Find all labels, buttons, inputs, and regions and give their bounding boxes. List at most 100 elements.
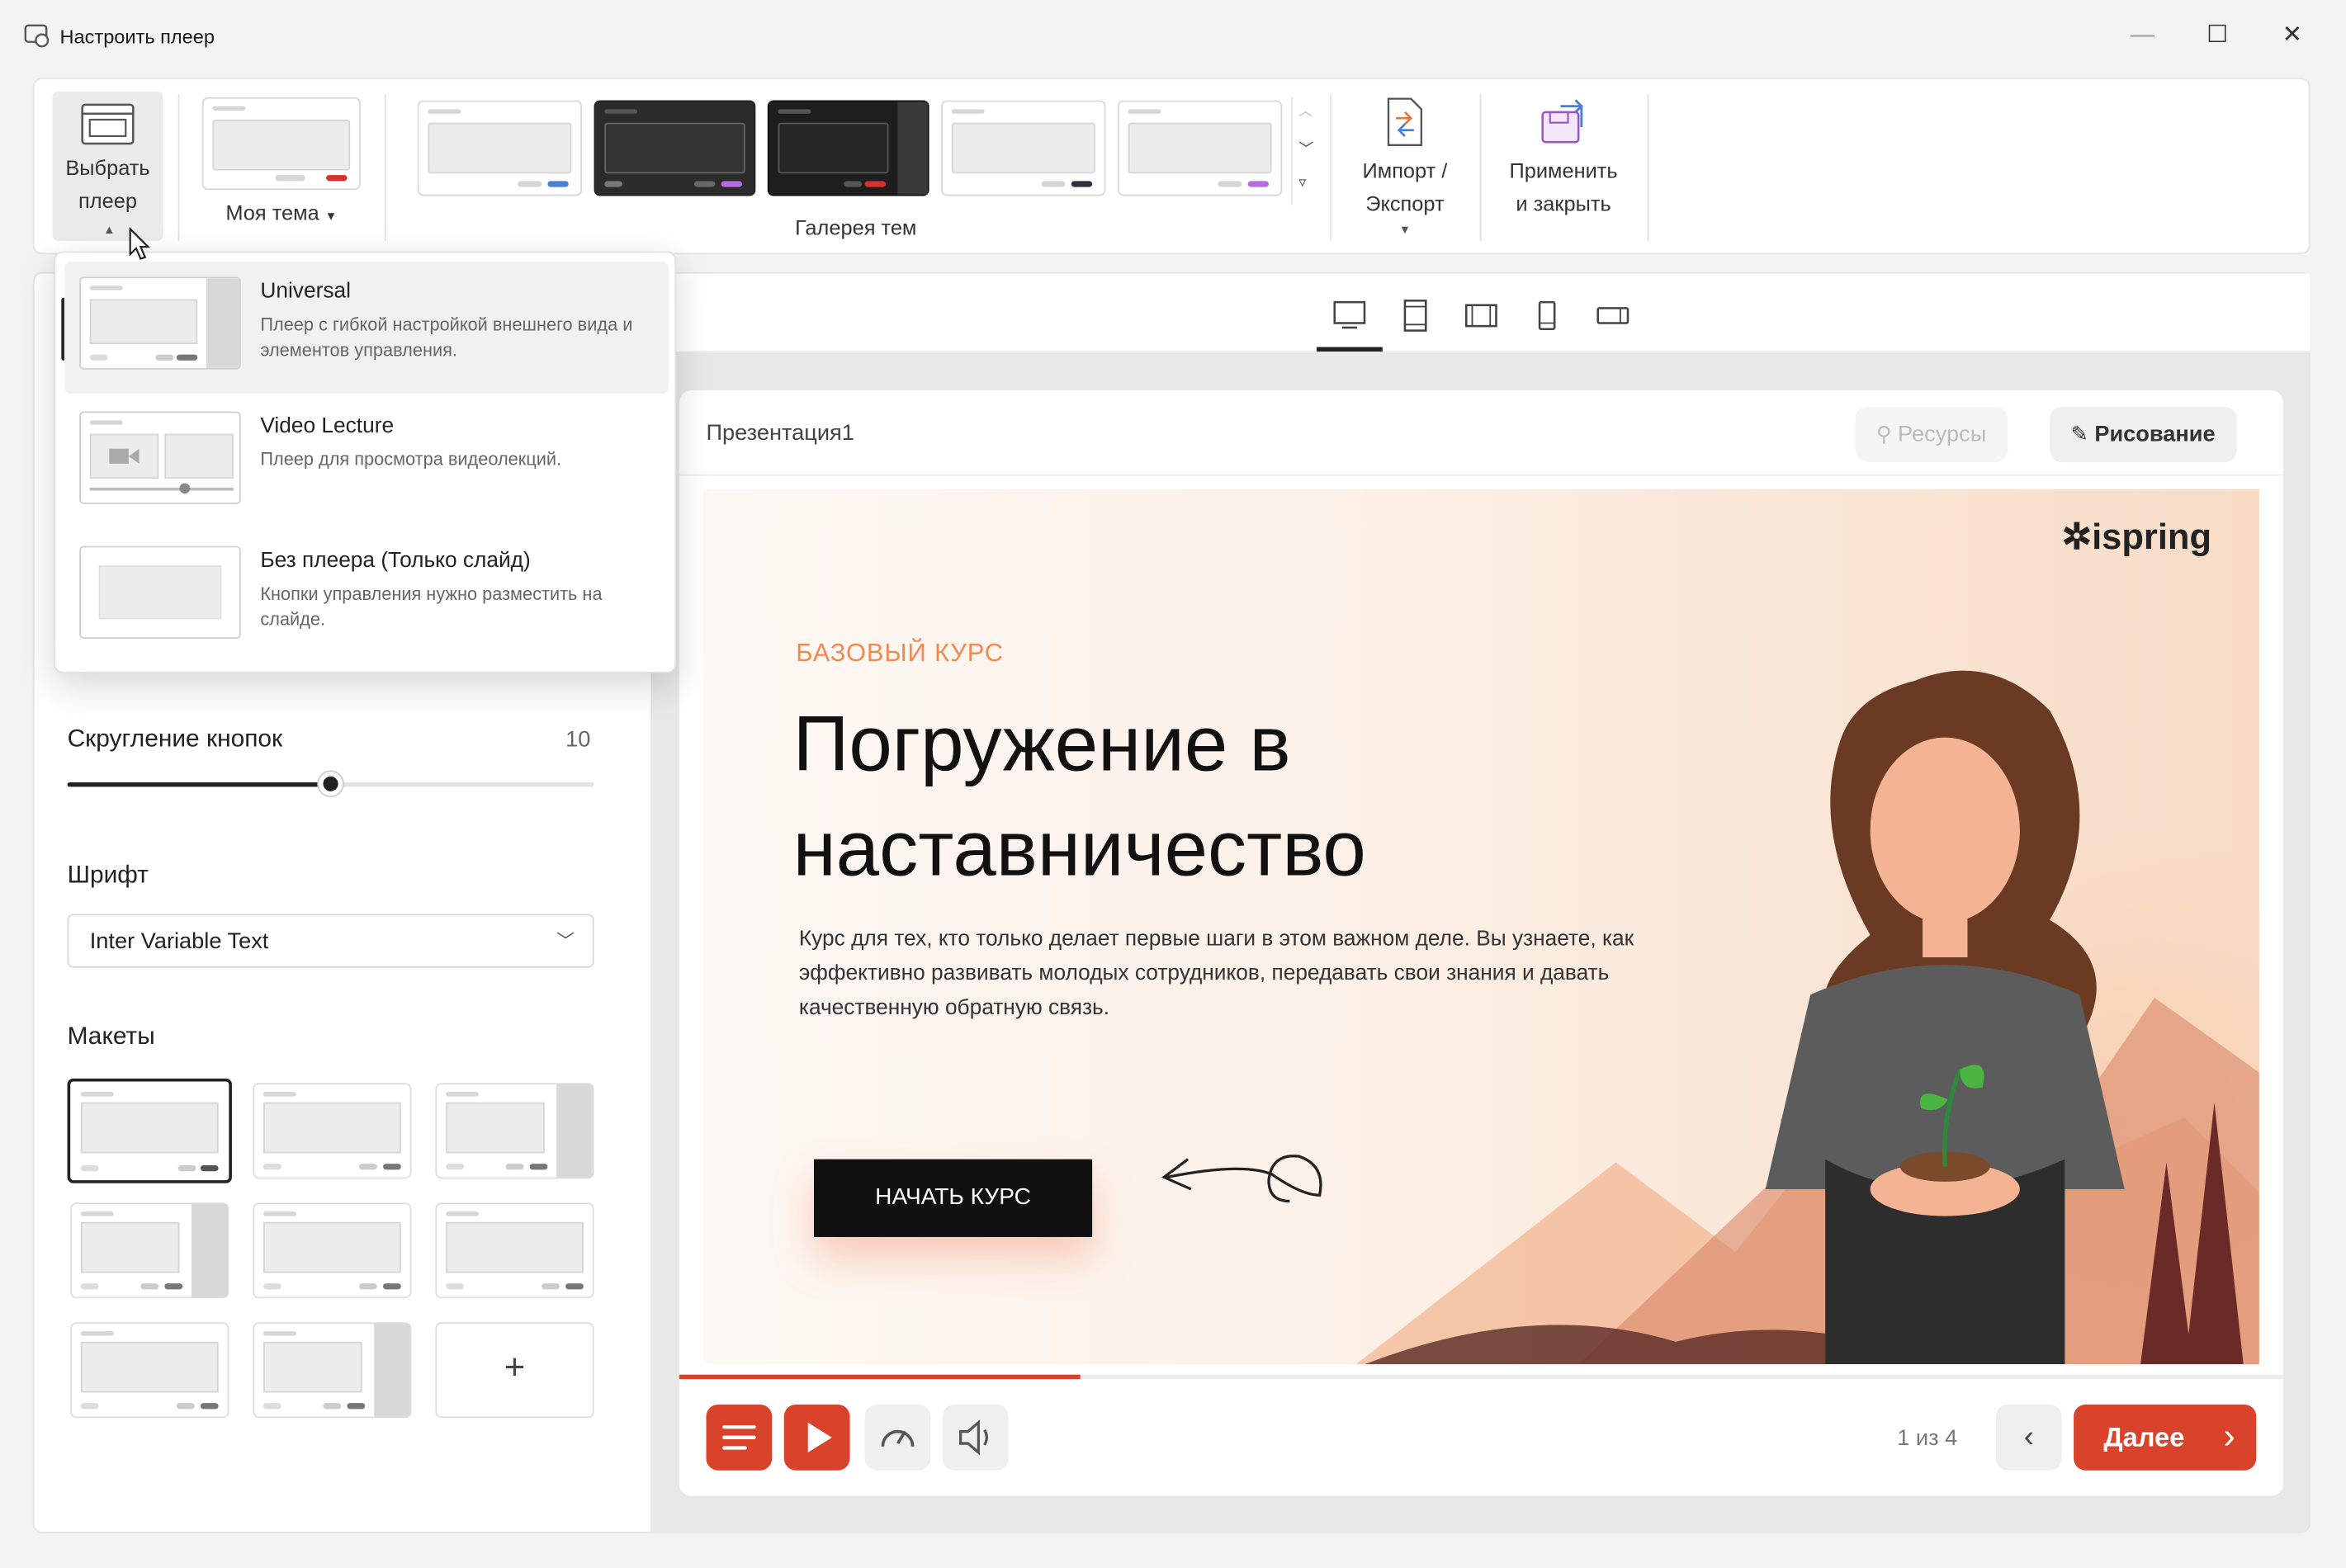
player-option-video-lecture[interactable]: Video Lecture Плеер для просмотра видеол…	[64, 396, 669, 528]
import-export-label-1: Импорт /	[1362, 158, 1448, 183]
layout-6[interactable]	[435, 1202, 594, 1299]
play-button[interactable]	[783, 1404, 850, 1471]
gallery-down-icon[interactable]: ﹀	[1298, 136, 1313, 158]
play-icon	[807, 1422, 832, 1452]
import-export-button[interactable]: Импорт / Экспорт ▼	[1345, 92, 1464, 241]
choose-player-label-2: плеер	[78, 188, 137, 213]
start-course-button[interactable]: НАЧАТЬ КУРС	[814, 1159, 1093, 1237]
window-title: Настроить плеер	[59, 25, 215, 48]
mouse-cursor-icon	[129, 227, 151, 260]
gallery-label: Галерея тем	[795, 215, 917, 239]
gallery-scroll: ︿ ﹀ ▿	[1291, 97, 1318, 205]
choose-player-button[interactable]: Выбрать плеер ▲	[52, 91, 163, 241]
video-lecture-title: Video Lecture	[260, 414, 395, 439]
caret-up-icon: ▲	[103, 223, 116, 237]
apply-close-button[interactable]: Применить и закрыть	[1495, 92, 1633, 241]
prev-button[interactable]: ‹	[1995, 1404, 2062, 1471]
preview-area: Презентация1 ⚲ Ресурсы ✎ Рисование ✲ispr…	[652, 272, 2311, 1533]
resources-label: Ресурсы	[1898, 422, 1987, 447]
import-export-label-2: Экспорт	[1365, 191, 1445, 215]
apply-close-label-2: и закрыть	[1516, 191, 1611, 215]
rounding-slider[interactable]	[67, 772, 594, 796]
layout-8[interactable]	[253, 1322, 412, 1419]
universal-thumbnail	[79, 276, 241, 370]
theme-dark-red[interactable]	[767, 100, 929, 196]
woman-illustration	[1765, 670, 2125, 1364]
no-player-desc: Кнопки управления нужно разместить на сл…	[260, 583, 603, 631]
my-theme-label: Моя тема	[225, 200, 319, 224]
next-label: Далее	[2103, 1422, 2185, 1452]
slide: ✲ispring БАЗОВЫЙ КУРС Погружение в наста…	[702, 489, 2259, 1364]
tablet-landscape-icon[interactable]	[1460, 298, 1502, 334]
speed-button[interactable]	[864, 1404, 931, 1471]
outline-button[interactable]	[706, 1404, 773, 1471]
my-theme-thumbnail[interactable]	[201, 97, 361, 191]
slider-fill	[67, 782, 331, 787]
next-button[interactable]: Далее ›	[2074, 1404, 2257, 1471]
gallery-expand-icon[interactable]: ▿	[1298, 175, 1306, 191]
layout-1[interactable]	[67, 1078, 232, 1183]
slide-body: Курс для тех, кто только делает первые ш…	[798, 927, 1634, 1021]
layout-2[interactable]	[253, 1083, 412, 1179]
player-option-no-player[interactable]: Без плеера (Только слайд) Кнопки управле…	[64, 531, 669, 663]
apply-close-label-1: Применить	[1509, 158, 1618, 183]
my-theme-dropdown[interactable]: Моя тема ▼	[202, 196, 361, 233]
player-option-universal[interactable]: Universal Плеер с гибкой настройкой внеш…	[64, 262, 669, 394]
phone-portrait-icon[interactable]	[1526, 298, 1568, 334]
volume-button[interactable]	[942, 1404, 1009, 1471]
slider-knob[interactable]	[319, 772, 343, 796]
caret-down-icon: ▼	[1398, 223, 1412, 237]
progress-fill	[679, 1374, 1081, 1380]
video-camera-icon	[109, 448, 140, 464]
player-window-icon	[81, 103, 135, 145]
chevron-left-icon: ‹	[2023, 1420, 2034, 1454]
ispring-logo-icon: ✲	[2061, 517, 2093, 559]
paperclip-icon: ⚲	[1875, 422, 1892, 446]
ribbon: Выбрать плеер ▲ Моя тема ▼ ︿ ﹀ ▿ Галерея…	[32, 78, 2311, 255]
gallery-up-icon[interactable]: ︿	[1298, 100, 1312, 120]
layout-7[interactable]	[70, 1322, 229, 1419]
font-select[interactable]: Inter Variable Text ﹀	[67, 914, 594, 968]
theme-light-blue[interactable]	[417, 100, 583, 196]
slide-heading-2: наставничество	[792, 805, 1366, 894]
app-icon	[24, 24, 50, 48]
progress-track[interactable]	[679, 1374, 2283, 1380]
layout-5[interactable]	[253, 1202, 412, 1299]
speed-icon	[881, 1429, 915, 1447]
font-select-value: Inter Variable Text	[89, 928, 269, 955]
chevron-down-icon: ﹀	[556, 930, 575, 952]
tablet-portrait-icon[interactable]	[1394, 298, 1436, 334]
layout-3[interactable]	[435, 1083, 594, 1179]
pencil-icon: ✎	[2070, 422, 2088, 446]
add-layout-button[interactable]: +	[435, 1322, 594, 1419]
desktop-icon[interactable]	[1329, 298, 1371, 334]
resources-button[interactable]: ⚲ Ресурсы	[1855, 407, 2008, 463]
close-button[interactable]: ✕	[2274, 18, 2311, 54]
layouts-label: Макеты	[67, 1023, 155, 1051]
volume-icon	[958, 1419, 988, 1456]
universal-title: Universal	[260, 279, 351, 304]
font-label: Шрифт	[67, 862, 149, 889]
maximize-button[interactable]: ☐	[2199, 18, 2235, 54]
import-export-icon	[1387, 97, 1423, 146]
rounding-label: Скругление кнопок	[67, 725, 283, 753]
layout-4[interactable]	[70, 1202, 229, 1299]
theme-dark-purple[interactable]	[594, 100, 756, 196]
player-type-menu: Universal Плеер с гибкой настройкой внеш…	[54, 251, 677, 673]
universal-desc: Плеер с гибкой настройкой внешнего вида …	[260, 314, 633, 361]
device-toolbar	[652, 273, 2311, 353]
chevron-right-icon: ›	[2223, 1416, 2235, 1457]
phone-landscape-icon[interactable]	[1592, 298, 1634, 334]
minimize-button[interactable]: —	[2125, 18, 2161, 54]
drawing-label: Рисование	[2094, 422, 2216, 447]
slide-heading-1: Погружение в	[792, 701, 1291, 789]
menu-icon	[722, 1424, 756, 1450]
no-player-thumbnail	[79, 545, 241, 639]
drawing-button[interactable]: ✎ Рисование	[2050, 407, 2237, 463]
no-player-title: Без плеера (Только слайд)	[260, 549, 531, 574]
title-bar: Настроить плеер — ☐ ✕	[0, 0, 2346, 72]
theme-light-navy[interactable]	[941, 100, 1106, 196]
theme-light-violet[interactable]	[1117, 100, 1283, 196]
arrow-illustration	[1161, 1155, 1322, 1203]
ispring-logo: ✲ispring	[2061, 517, 2212, 559]
